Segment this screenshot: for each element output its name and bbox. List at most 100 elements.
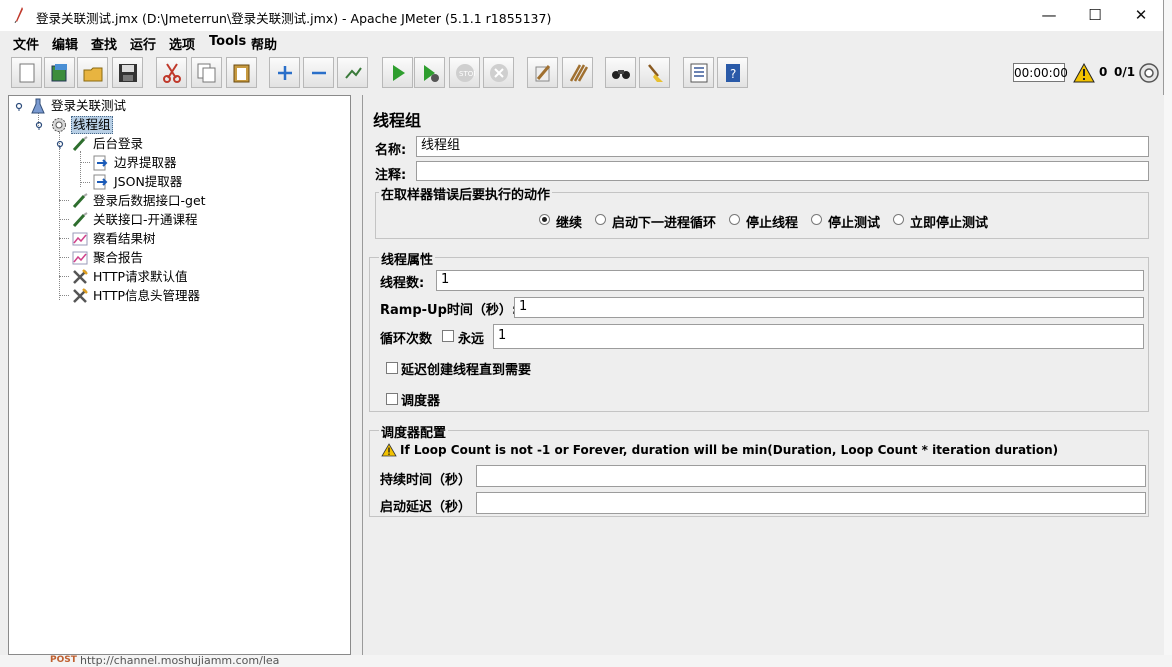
menu-file[interactable]: 文件 <box>13 34 39 53</box>
start-button[interactable] <box>382 57 413 88</box>
reset-search-button[interactable] <box>639 57 670 88</box>
tree-handle-icon[interactable] <box>14 101 24 111</box>
function-helper-icon <box>690 63 708 83</box>
thread-properties-title: 线程属性 <box>379 249 436 268</box>
menu-bar: 文件 编辑 查找 运行 选项 Tools 帮助 <box>0 31 1163 53</box>
test-plan-tree[interactable]: 登录关联测试 线程组 后台登录 边界提取器 JSON提取器 登录后数据接口-ge… <box>8 95 351 655</box>
background-method: POST <box>50 655 77 665</box>
rampup-field[interactable]: 1 <box>514 297 1144 318</box>
svg-text:STOP: STOP <box>459 70 475 78</box>
save-icon <box>119 64 137 82</box>
cut-icon <box>163 63 181 83</box>
forever-label: 永远 <box>458 332 485 347</box>
background-url: http://channel.moshujiamm.com/lea <box>80 654 280 667</box>
config-icon <box>73 288 88 303</box>
threads-field[interactable]: 1 <box>436 270 1144 291</box>
new-icon <box>19 63 35 83</box>
extractor-icon <box>93 155 108 171</box>
threads-label: 线程数: <box>380 276 425 291</box>
help-button[interactable]: ? <box>717 57 748 88</box>
sampler-icon <box>72 193 88 209</box>
status-gear-icon[interactable] <box>1138 62 1160 84</box>
templates-button[interactable] <box>44 57 75 88</box>
open-button[interactable] <box>77 57 108 88</box>
collapse-button[interactable] <box>303 57 334 88</box>
loop-count-field[interactable]: 1 <box>493 324 1144 349</box>
copy-button[interactable] <box>191 57 222 88</box>
listener-icon <box>72 251 88 265</box>
start-icon <box>393 65 405 81</box>
name-field[interactable]: 线程组 <box>416 136 1149 157</box>
open-icon <box>83 67 103 82</box>
active-threads: 0/1 <box>1114 65 1136 79</box>
close-button[interactable]: ✕ <box>1118 0 1164 31</box>
name-label: 名称: <box>375 143 407 158</box>
delay-create-checkbox[interactable] <box>386 362 398 374</box>
toolbar: STOP ? 00:00:00 0 0/1 <box>0 53 1163 93</box>
page-title: 线程组 <box>373 111 422 130</box>
expand-button[interactable] <box>269 57 300 88</box>
start-no-pause-button[interactable] <box>414 57 445 88</box>
search-icon <box>612 70 630 79</box>
paste-button[interactable] <box>226 57 257 88</box>
start-no-pause-icon <box>424 65 439 82</box>
minimize-button[interactable]: — <box>1026 0 1072 31</box>
background-app-strip: POST http://channel.moshujiamm.com/lea <box>0 654 1172 667</box>
comment-field[interactable] <box>416 161 1149 181</box>
svg-text:?: ? <box>730 67 736 81</box>
duration-label: 持续时间（秒） <box>380 473 472 488</box>
error-count: 0 <box>1099 65 1108 79</box>
tree-handle-icon[interactable] <box>34 120 44 130</box>
maximize-button[interactable]: ☐ <box>1072 0 1118 31</box>
background-window-edge <box>1164 0 1172 655</box>
config-icon <box>73 269 88 284</box>
shutdown-button[interactable] <box>483 57 514 88</box>
panel-splitter[interactable] <box>353 95 361 655</box>
thread-group-panel: 线程组 名称: 线程组 注释: 在取样器错误后要执行的动作 继续 启动下一进程循… <box>362 95 1164 655</box>
title-bar: 登录关联测试.jmx (D:\Jmeterrun\登录关联测试.jmx) - A… <box>0 0 1163 31</box>
collapse-icon <box>312 71 326 75</box>
startup-delay-field[interactable] <box>476 492 1146 514</box>
window-title: 登录关联测试.jmx (D:\Jmeterrun\登录关联测试.jmx) - A… <box>36 11 552 26</box>
menu-edit[interactable]: 编辑 <box>52 34 78 53</box>
menu-search[interactable]: 查找 <box>91 34 117 53</box>
forever-checkbox[interactable] <box>442 330 454 342</box>
delay-create-label: 延迟创建线程直到需要 <box>401 363 532 378</box>
duration-field[interactable] <box>476 465 1146 487</box>
thread-properties-group: 线程属性 线程数: 1 Ramp-Up时间（秒）: 1 循环次数 永远 1 延迟… <box>369 249 1149 412</box>
scheduler-checkbox[interactable] <box>386 393 398 405</box>
cut-button[interactable] <box>156 57 187 88</box>
startup-delay-label: 启动延迟（秒） <box>380 500 472 515</box>
warning-icon[interactable] <box>1073 63 1095 83</box>
menu-help[interactable]: 帮助 <box>251 34 277 53</box>
function-helper-button[interactable] <box>683 57 714 88</box>
menu-options[interactable]: 选项 <box>169 34 195 53</box>
error-action-group: 在取样器错误后要执行的动作 继续 启动下一进程循环 停止线程 停止测试 立即停止… <box>375 184 1149 239</box>
clear-all-button[interactable] <box>562 57 593 88</box>
gear-icon <box>52 118 66 132</box>
rampup-label: Ramp-Up时间（秒）: <box>380 303 518 318</box>
paste-icon <box>233 64 250 83</box>
comment-label: 注释: <box>375 168 407 183</box>
copy-icon <box>197 63 216 83</box>
new-button[interactable] <box>11 57 42 88</box>
stop-icon: STOP <box>456 64 475 82</box>
stop-button[interactable]: STOP <box>449 57 480 88</box>
scheduler-label: 调度器 <box>401 394 441 409</box>
help-icon: ? <box>726 64 740 82</box>
toggle-button[interactable] <box>337 57 368 88</box>
listener-icon <box>72 232 88 246</box>
feather-icon <box>14 7 23 23</box>
sampler-icon <box>72 136 88 152</box>
testplan-icon <box>31 98 45 114</box>
menu-tools[interactable]: Tools <box>209 34 246 49</box>
menu-run[interactable]: 运行 <box>130 34 156 53</box>
templates-icon <box>51 64 67 82</box>
tree-handle-icon[interactable] <box>55 139 65 149</box>
save-button[interactable] <box>112 57 143 88</box>
search-button[interactable] <box>605 57 636 88</box>
toggle-icon <box>345 67 362 79</box>
clear-button[interactable] <box>527 57 558 88</box>
extractor-icon <box>93 174 108 190</box>
jmeter-window: 登录关联测试.jmx (D:\Jmeterrun\登录关联测试.jmx) - A… <box>0 0 1164 656</box>
